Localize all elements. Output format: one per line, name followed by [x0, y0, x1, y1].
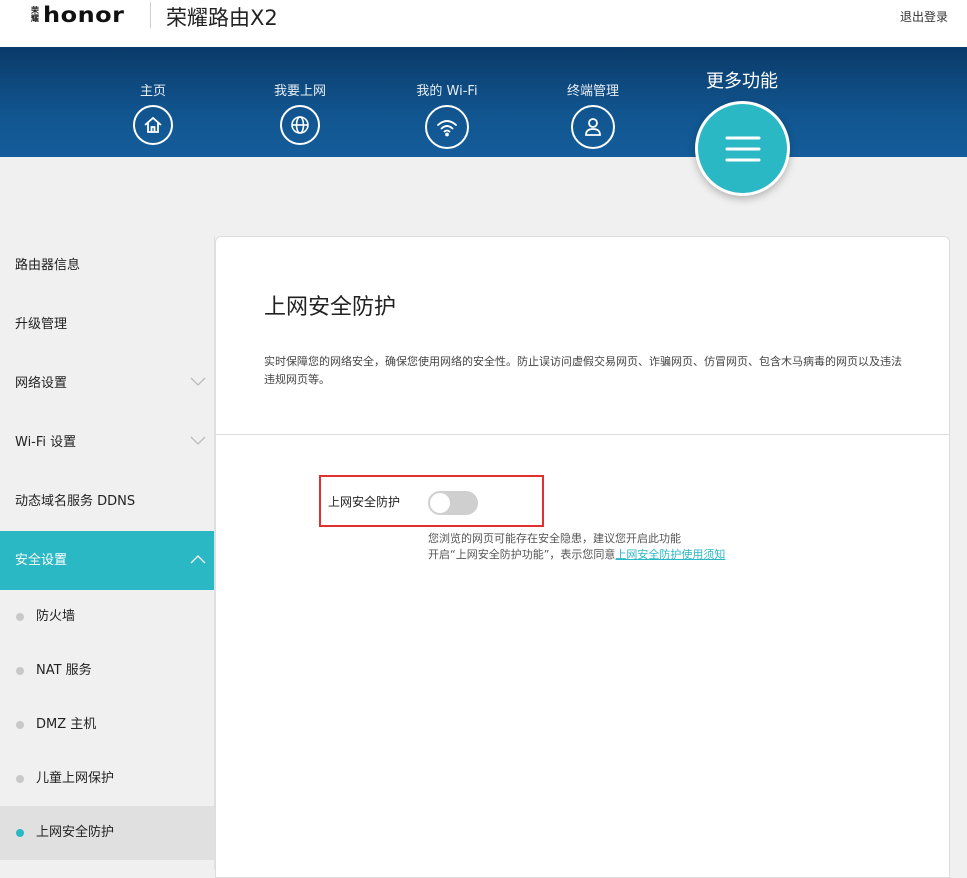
toggle-knob [430, 493, 450, 513]
nav-wifi[interactable]: 我的 Wi-Fi [397, 80, 497, 149]
sidebar-subitem-child-protection[interactable]: 儿童上网保护 [0, 752, 214, 806]
top-bar: 荣耀 honor 荣耀路由X2 退出登录 [0, 0, 967, 47]
sidebar-subitem-label: 防火墙 [36, 609, 76, 624]
nav-internet[interactable]: 我要上网 [250, 80, 350, 145]
nav-wifi-label: 我的 Wi-Fi [416, 84, 478, 99]
menu-icon[interactable] [695, 101, 790, 196]
sidebar-item-security[interactable]: 安全设置 [0, 531, 214, 590]
chevron-up-icon [190, 531, 206, 590]
product-name: 荣耀路由X2 [166, 6, 278, 30]
bullet-dot [16, 613, 24, 621]
sidebar-subitem-firewall[interactable]: 防火墙 [0, 590, 214, 644]
page-title: 上网安全防护 [264, 295, 397, 320]
page-description: 实时保障您的网络安全，确保您使用网络的安全性。防止误访问虚假交易网页、诈骗网页、… [264, 355, 902, 386]
user-icon [571, 105, 615, 149]
chevron-down-icon [190, 354, 206, 413]
bullet-dot [16, 721, 24, 729]
chevron-down-icon [190, 413, 206, 472]
sidebar-item-upgrade[interactable]: 升级管理 [0, 295, 214, 354]
terms-link[interactable]: 上网安全防护使用须知 [615, 548, 725, 561]
sidebar-item-label: 路由器信息 [15, 258, 81, 273]
sidebar-subitem-web-security[interactable]: 上网安全防护 [0, 806, 214, 860]
sidebar-item-network[interactable]: 网络设置 [0, 354, 214, 413]
sidebar-subitem-label: 上网安全防护 [36, 825, 115, 840]
sidebar-subitem-label: NAT 服务 [36, 663, 92, 678]
nav-band: 主页 我要上网 我的 Wi-Fi 终端管理 更多功能 [0, 47, 967, 157]
logo-en-text: honor [43, 2, 125, 28]
sidebar-item-wifi[interactable]: Wi-Fi 设置 [0, 413, 214, 472]
sidebar-item-label: 升级管理 [15, 317, 68, 332]
sidebar-subitem-label: DMZ 主机 [36, 717, 97, 732]
sidebar-item-label: 动态域名服务 DDNS [15, 494, 136, 509]
nav-devices-label: 终端管理 [566, 84, 619, 99]
sidebar-item-router-info[interactable]: 路由器信息 [0, 236, 214, 295]
sidebar-item-label: 网络设置 [15, 376, 68, 391]
home-icon [133, 105, 173, 145]
sidebar-subitem-dmz[interactable]: DMZ 主机 [0, 698, 214, 752]
sidebar-subitem-nat[interactable]: NAT 服务 [0, 644, 214, 698]
sidebar-item-ddns[interactable]: 动态域名服务 DDNS [0, 472, 214, 531]
nav-more-label: 更多功能 [706, 71, 778, 92]
content-panel: 上网安全防护 实时保障您的网络安全，确保您使用网络的安全性。防止误访问虚假交易网… [215, 236, 950, 878]
section-divider [216, 434, 949, 435]
bullet-dot [16, 829, 24, 837]
nav-internet-label: 我要上网 [273, 84, 326, 99]
nav-home[interactable]: 主页 [103, 80, 203, 145]
sidebar-subitem-label: 儿童上网保护 [36, 771, 115, 786]
sidebar-item-label: 安全设置 [15, 553, 68, 568]
logo-cn-text: 荣耀 [31, 6, 39, 23]
security-hint: 您浏览的网页可能存在安全隐患，建议您开启此功能 [428, 532, 681, 545]
web-security-toggle[interactable] [428, 491, 478, 515]
bullet-dot [16, 667, 24, 675]
agreement-note: 开启“上网安全防护功能”，表示您同意上网安全防护使用须知 [428, 546, 725, 562]
wifi-icon [425, 105, 469, 149]
nav-home-label: 主页 [139, 84, 166, 99]
web-security-label: 上网安全防护 [328, 495, 401, 509]
logout-link[interactable]: 退出登录 [900, 8, 948, 25]
globe-icon [280, 105, 320, 145]
nav-devices[interactable]: 终端管理 [543, 80, 643, 149]
honor-logo: 荣耀 honor [31, 2, 124, 28]
sidebar: 路由器信息 升级管理 网络设置 Wi-Fi 设置 动态域名服务 DDNS 安全设… [0, 236, 215, 869]
sidebar-item-label: Wi-Fi 设置 [15, 435, 77, 450]
header-divider [150, 2, 151, 28]
agreement-prefix: 开启“上网安全防护功能”，表示您同意 [428, 548, 616, 561]
bullet-dot [16, 775, 24, 783]
